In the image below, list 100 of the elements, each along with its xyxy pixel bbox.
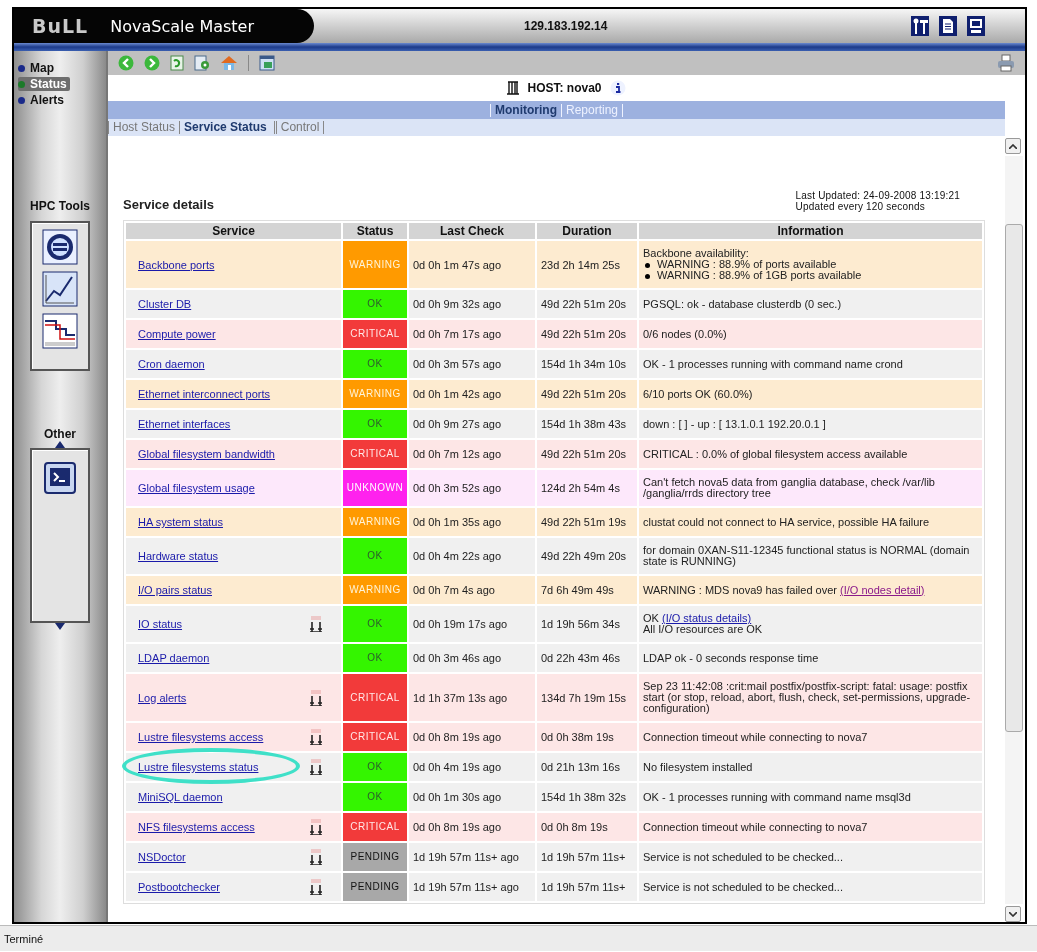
table-cell-text: 7d 6h 49m 49s <box>540 583 615 598</box>
service-link[interactable]: Postbootchecker <box>138 881 220 893</box>
table-cell-text: 0d 21h 13m 16s <box>540 760 621 775</box>
status-badge: OK <box>343 753 407 781</box>
info-text: OK - 1 processes running with command name crond <box>643 357 903 370</box>
column-header: Service <box>126 223 341 239</box>
status-badge: WARNING <box>343 380 407 408</box>
scroll-up-button[interactable] <box>1005 138 1021 154</box>
section-title: HPC Tools <box>30 199 90 213</box>
nav-item[interactable]: Alerts <box>18 93 64 107</box>
info-text: down : [ ] - up : [ 13.1.0.1 192.20.0.1 ] <box>643 417 826 430</box>
info-text: CRITICAL : 0.0% of global filesystem access available <box>643 447 908 460</box>
info-text: Backbone availability: <box>643 247 749 259</box>
service-link[interactable]: Log alerts <box>138 691 187 704</box>
table-cell-text: 0d 0h 7m 4s ago <box>412 583 496 598</box>
section-title: Service details <box>123 197 215 212</box>
service-link[interactable]: Cluster DB <box>138 298 192 310</box>
back-icon[interactable] <box>118 55 134 71</box>
window-icon[interactable] <box>259 55 275 71</box>
tab[interactable]: Control <box>273 121 325 134</box>
info-text: for domain 0XAN-S11-12345 functional status is NORMAL (domain state is RUNNING) <box>643 544 970 567</box>
scrollbar[interactable] <box>1005 136 1023 922</box>
table-cell-text: 0d 0h 7m 12s ago <box>412 447 503 462</box>
status-badge: CRITICAL <box>343 674 407 721</box>
info-text: LDAP ok - 0 seconds response time <box>643 651 819 664</box>
info-text: WARNING : 88.9% of ports available <box>657 258 837 270</box>
table-cell-text: 0d 0h 3m 46s ago <box>412 651 503 666</box>
nav-item[interactable]: Status <box>18 77 70 91</box>
service-link[interactable]: Lustre filesystems access <box>138 731 264 743</box>
tab[interactable]: Monitoring <box>490 103 561 117</box>
service-link[interactable]: Lustre filesystems status <box>138 761 259 773</box>
service-link[interactable]: Backbone ports <box>138 258 215 271</box>
status-badge: CRITICAL <box>343 723 407 751</box>
service-link[interactable]: MiniSQL daemon <box>138 791 223 803</box>
status-badge: WARNING <box>343 241 407 288</box>
service-link[interactable]: Cron daemon <box>138 358 205 370</box>
service-link[interactable]: Global filesystem usage <box>138 482 255 494</box>
table-cell-text: 49d 22h 49m 20s <box>540 549 627 564</box>
info-text: Connection timeout while connecting to nova7 <box>643 820 868 833</box>
table-cell-text: 1d 1h 37m 13s ago <box>412 690 509 706</box>
service-link[interactable]: LDAP daemon <box>138 652 210 664</box>
table-cell-text: 0d 0h 38m 19s <box>540 730 615 745</box>
network-tool-icon[interactable] <box>42 229 78 265</box>
status-badge: WARNING <box>343 508 407 536</box>
column-header: Status <box>343 223 407 239</box>
caret-down-icon <box>1009 911 1017 917</box>
info-icon[interactable] <box>609 80 626 96</box>
info-text: All I/O resources are OK <box>643 623 763 635</box>
table-cell-text: 0d 0h 8m 19s ago <box>412 730 503 745</box>
service-link[interactable]: Global filesystem bandwidth <box>138 448 275 460</box>
status-badge: OK <box>343 606 407 642</box>
details-link[interactable]: (I/O nodes detail) <box>840 583 925 596</box>
table-cell-text: 0d 0h 8m 19s <box>540 820 609 835</box>
status-badge: OK <box>343 410 407 438</box>
chart-tool-icon[interactable] <box>42 271 78 307</box>
table-cell-text: 0d 0h 1m 47s ago <box>412 257 503 273</box>
table-cell-text: 0d 0h 9m 27s ago <box>412 417 503 432</box>
tools-icon[interactable] <box>911 16 929 36</box>
tab[interactable]: Host Status <box>108 121 180 134</box>
info-text: Service is not scheduled to be checked... <box>643 850 843 863</box>
refresh-icon[interactable] <box>170 55 184 71</box>
home-icon[interactable] <box>220 55 238 71</box>
document-gear-icon[interactable] <box>194 55 210 71</box>
table-cell-text: 0d 0h 7m 17s ago <box>412 327 503 342</box>
status-badge: CRITICAL <box>343 320 407 348</box>
info-text: 6/10 ports OK (60.0%) <box>643 387 753 400</box>
table-cell-text: 0d 0h 1m 30s ago <box>412 790 503 805</box>
table-cell-text: 49d 22h 51m 20s <box>540 327 627 342</box>
details-link[interactable]: (I/O status details) <box>661 612 752 624</box>
printer-icon[interactable] <box>997 54 1015 72</box>
info-text: PGSQL: ok - database clusterdb (0 sec.) <box>643 297 842 310</box>
service-link[interactable]: I/O pairs status <box>138 584 212 596</box>
computer-icon[interactable] <box>967 16 985 36</box>
table-cell-text: 0d 0h 3m 52s ago <box>412 481 503 496</box>
scroll-down-button[interactable] <box>1005 906 1021 922</box>
service-link[interactable]: HA system status <box>138 516 223 528</box>
service-link[interactable]: IO status <box>138 618 183 630</box>
service-link[interactable]: Hardware status <box>138 550 219 562</box>
table-cell-text: 0d 22h 43m 46s <box>540 651 621 666</box>
service-link[interactable]: Ethernet interfaces <box>138 418 231 430</box>
tab[interactable]: Service Status <box>179 121 271 134</box>
info-text: WARNING : 88.9% of 1GB ports available <box>657 269 862 281</box>
info-text: Service is not scheduled to be checked... <box>643 880 843 893</box>
service-link[interactable]: Ethernet interconnect ports <box>138 388 271 400</box>
forward-icon[interactable] <box>144 55 160 71</box>
graph-tool-icon[interactable] <box>42 313 78 349</box>
document-icon[interactable] <box>939 16 957 36</box>
service-link[interactable]: NSDoctor <box>138 851 186 863</box>
service-link[interactable]: NFS filesystems access <box>138 821 255 833</box>
table-cell-text: 0d 0h 4m 22s ago <box>412 549 503 564</box>
status-badge: OK <box>343 290 407 318</box>
service-link[interactable]: Compute power <box>138 328 216 340</box>
table-cell-text: 154d 1h 34m 10s <box>540 357 627 372</box>
terminal-icon[interactable] <box>44 462 76 494</box>
table-cell-text: 49d 22h 51m 20s <box>540 447 627 462</box>
nav-item[interactable]: Map <box>18 61 54 75</box>
status-badge: OK <box>343 538 407 574</box>
scroll-thumb[interactable] <box>1005 224 1023 732</box>
info-text: OK - 1 processes running with command name msql3d <box>643 790 911 803</box>
bullet-dot <box>645 262 650 268</box>
